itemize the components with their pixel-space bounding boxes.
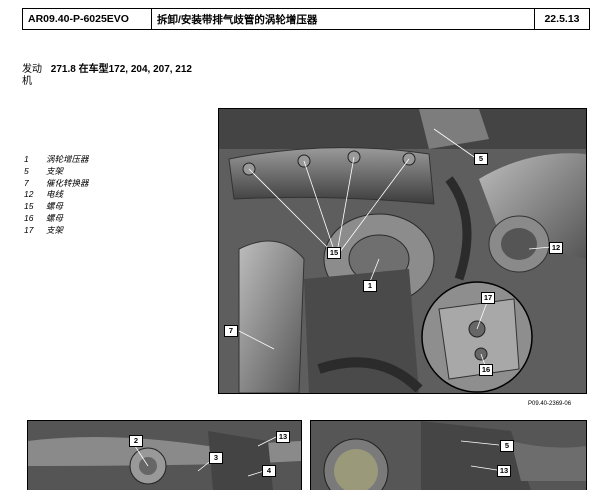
callout-12: 12 bbox=[549, 242, 563, 254]
document-date: 22.5.13 bbox=[544, 13, 580, 25]
engine-detail-right bbox=[311, 421, 586, 490]
legend-item: 1 涡轮增压器 bbox=[24, 154, 89, 164]
engine-detail-left bbox=[28, 421, 301, 490]
callout-5: 5 bbox=[474, 153, 488, 165]
callout-2: 2 bbox=[129, 435, 143, 447]
legend-item: 15 螺母 bbox=[24, 201, 64, 212]
callout-5: 5 bbox=[500, 440, 514, 452]
callout-15: 15 bbox=[327, 247, 341, 259]
document-title: 拆卸/安装带排气歧管的涡轮增压器 bbox=[152, 9, 535, 29]
document-header: AR09.40-P-6025EVO 拆卸/安装带排气歧管的涡轮增压器 22.5.… bbox=[22, 8, 590, 30]
callout-17: 17 bbox=[481, 292, 495, 304]
document-code: AR09.40-P-6025EVO bbox=[23, 9, 152, 29]
callout-16: 16 bbox=[479, 364, 493, 376]
callout-3: 3 bbox=[209, 452, 223, 464]
main-figure: 5 15 1 12 7 17 16 bbox=[218, 108, 587, 394]
engine-label: 发动机 bbox=[22, 64, 42, 87]
callout-1: 1 bbox=[363, 280, 377, 292]
legend-item: 7 催化转换器 bbox=[24, 177, 89, 188]
legend-list: 1 涡轮增压器 5 支架 7 催化转换器 12 电线 15 螺母 16 螺母 17 支架 bbox=[24, 154, 89, 237]
engine-model-text: 271.8 在车型172, 204, 207, 212 bbox=[50, 64, 192, 75]
callout-7: 7 bbox=[224, 325, 238, 337]
figure-reference: P09.40-2369-06 bbox=[528, 401, 572, 407]
bottom-left-figure: 2 3 13 4 bbox=[27, 420, 302, 490]
legend-item: 12 电线 bbox=[24, 189, 64, 200]
legend-item: 5 支架 bbox=[24, 165, 64, 176]
callout-13: 13 bbox=[276, 431, 290, 443]
legend-item: 16 螺母 bbox=[24, 212, 64, 223]
callout-4: 4 bbox=[262, 465, 276, 477]
callout-13: 13 bbox=[497, 465, 511, 477]
engine-heading: 发动机 271.8 在车型172, 204, 207, 212 bbox=[22, 64, 192, 88]
bottom-right-figure: 5 13 bbox=[310, 420, 587, 490]
legend-item: 17 支架 bbox=[24, 224, 64, 235]
turbocharger-illustration bbox=[219, 109, 586, 393]
